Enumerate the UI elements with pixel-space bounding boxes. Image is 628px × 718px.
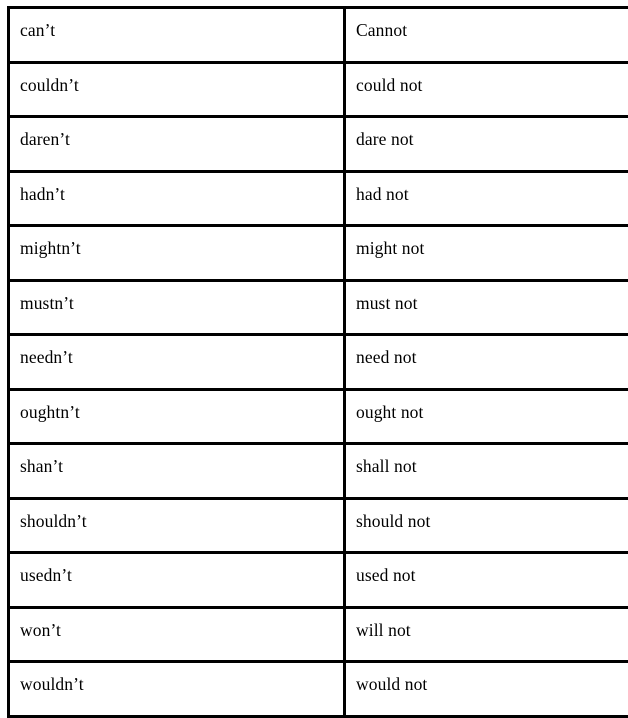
expansion-text: should not — [356, 512, 628, 531]
table-row: needn’t need not — [9, 335, 628, 390]
contraction-text: mustn’t — [20, 294, 333, 313]
expansion-text: shall not — [356, 457, 628, 476]
cell-expansion: must not — [345, 280, 628, 335]
expansion-text: need not — [356, 348, 628, 367]
contraction-text: can’t — [20, 21, 333, 40]
expansion-text: will not — [356, 621, 628, 640]
cell-expansion: could not — [345, 62, 628, 117]
table-row: daren’t dare not — [9, 117, 628, 172]
table-row: oughtn’t ought not — [9, 389, 628, 444]
table-row: won’t will not — [9, 607, 628, 662]
contraction-text: usedn’t — [20, 566, 333, 585]
cell-contraction: won’t — [9, 607, 345, 662]
table-row: mightn’t might not — [9, 226, 628, 281]
table-row: mustn’t must not — [9, 280, 628, 335]
table-row: usedn’t used not — [9, 553, 628, 608]
expansion-text: dare not — [356, 130, 628, 149]
contraction-text: needn’t — [20, 348, 333, 367]
cell-contraction: mightn’t — [9, 226, 345, 281]
cell-expansion: had not — [345, 171, 628, 226]
cell-contraction: usedn’t — [9, 553, 345, 608]
cell-expansion: might not — [345, 226, 628, 281]
cell-expansion: used not — [345, 553, 628, 608]
contraction-text: oughtn’t — [20, 403, 333, 422]
cell-contraction: daren’t — [9, 117, 345, 172]
cell-contraction: wouldn’t — [9, 662, 345, 717]
contraction-text: shouldn’t — [20, 512, 333, 531]
cell-contraction: mustn’t — [9, 280, 345, 335]
table-row: shouldn’t should not — [9, 498, 628, 553]
cell-contraction: can’t — [9, 8, 345, 63]
cell-expansion: need not — [345, 335, 628, 390]
cell-contraction: needn’t — [9, 335, 345, 390]
contractions-table: can’t Cannot couldn’t could not daren’t dare … — [7, 6, 628, 718]
cell-expansion: will not — [345, 607, 628, 662]
contraction-text: mightn’t — [20, 239, 333, 258]
cell-contraction: hadn’t — [9, 171, 345, 226]
expansion-text: must not — [356, 294, 628, 313]
contraction-text: hadn’t — [20, 185, 333, 204]
expansion-text: Cannot — [356, 21, 628, 40]
cell-contraction: shan’t — [9, 444, 345, 499]
expansion-text: might not — [356, 239, 628, 258]
expansion-text: ought not — [356, 403, 628, 422]
cell-expansion: Cannot — [345, 8, 628, 63]
cell-expansion: ought not — [345, 389, 628, 444]
contractions-table-container: can’tCannotcouldn’tcould notdaren’tdare … — [7, 6, 611, 718]
cell-contraction: shouldn’t — [9, 498, 345, 553]
cell-contraction: couldn’t — [9, 62, 345, 117]
table-body: can’t Cannot couldn’t could not daren’t dare … — [9, 8, 628, 717]
cell-expansion: shall not — [345, 444, 628, 499]
contraction-text: couldn’t — [20, 76, 333, 95]
contraction-text: won’t — [20, 621, 333, 640]
expansion-text: could not — [356, 76, 628, 95]
expansion-text: used not — [356, 566, 628, 585]
cell-expansion: would not — [345, 662, 628, 717]
table-row: hadn’t had not — [9, 171, 628, 226]
contraction-text: shan’t — [20, 457, 333, 476]
expansion-text: had not — [356, 185, 628, 204]
cell-contraction: oughtn’t — [9, 389, 345, 444]
table-row: shan’t shall not — [9, 444, 628, 499]
cell-expansion: should not — [345, 498, 628, 553]
cell-expansion: dare not — [345, 117, 628, 172]
table-row: wouldn’t would not — [9, 662, 628, 717]
contraction-text: daren’t — [20, 130, 333, 149]
table-row: couldn’t could not — [9, 62, 628, 117]
expansion-text: would not — [356, 675, 628, 694]
table-row: can’t Cannot — [9, 8, 628, 63]
contraction-text: wouldn’t — [20, 675, 333, 694]
